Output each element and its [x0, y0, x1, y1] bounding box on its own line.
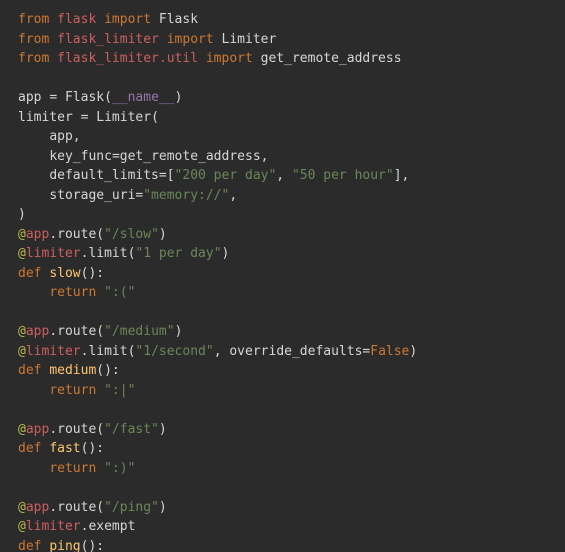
bool-false: False — [370, 344, 409, 359]
kw-from: from — [18, 12, 49, 27]
line: ) — [18, 207, 26, 222]
line: key_func=get_remote_address, — [18, 149, 268, 164]
sym: Flask — [159, 12, 198, 27]
line: default_limits=["200 per day", "50 per h… — [18, 168, 409, 183]
def-slow: slow — [49, 266, 80, 281]
def-ping: ping — [49, 539, 80, 552]
line: limiter = Limiter( — [18, 110, 159, 125]
line: return ":|" — [18, 383, 135, 398]
line: def slow(): — [18, 266, 104, 281]
line: from flask import Flask — [18, 12, 198, 27]
line: @app.route("/medium") — [18, 324, 182, 339]
line: storage_uri="memory://", — [18, 188, 237, 203]
line: def ping(): — [18, 539, 104, 552]
line: from flask_limiter import Limiter — [18, 32, 276, 47]
line: @limiter.limit("1/second", override_defa… — [18, 344, 417, 359]
dunder-name: __name__ — [112, 90, 175, 105]
def-fast: fast — [49, 441, 80, 456]
mod: flask — [57, 12, 96, 27]
kw-import: import — [104, 12, 151, 27]
line: @app.route("/ping") — [18, 500, 167, 515]
line: from flask_limiter.util import get_remot… — [18, 51, 402, 66]
line: @app.route("/slow") — [18, 227, 167, 242]
line: return ":(" — [18, 285, 135, 300]
line: @limiter.limit("1 per day") — [18, 246, 229, 261]
def-medium: medium — [49, 363, 96, 378]
line: app, — [18, 129, 81, 144]
line: def medium(): — [18, 363, 120, 378]
line: return ":)" — [18, 461, 135, 476]
line: def fast(): — [18, 441, 104, 456]
code-block: from flask import Flask from flask_limit… — [0, 0, 565, 552]
line: @app.route("/fast") — [18, 422, 167, 437]
decorator-at: @ — [18, 227, 26, 242]
line: app = Flask(__name__) — [18, 90, 182, 105]
line: @limiter.exempt — [18, 519, 135, 534]
